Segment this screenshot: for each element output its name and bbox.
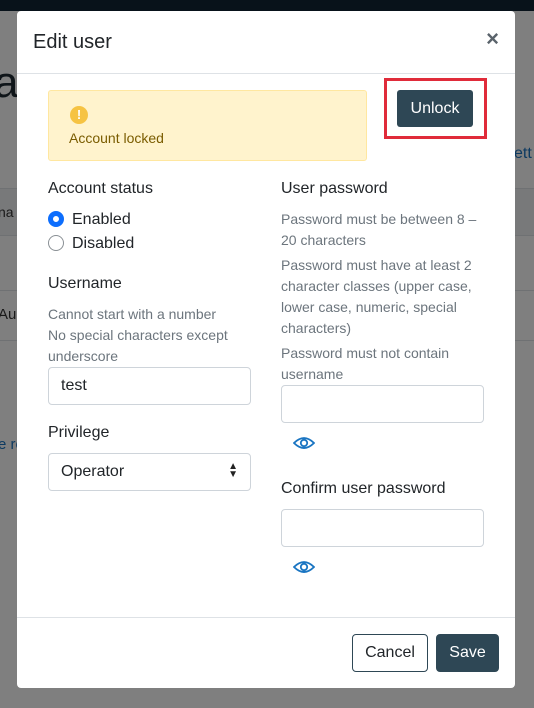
enabled-radio[interactable]	[48, 211, 64, 227]
confirm-password-label: Confirm user password	[281, 480, 446, 497]
username-input[interactable]: test	[48, 367, 251, 405]
modal-title: Edit user	[33, 31, 112, 53]
alert-text: Account locked	[69, 130, 164, 146]
disabled-radio[interactable]	[48, 235, 64, 251]
privilege-select[interactable]: Operator ▲ ▼	[48, 453, 251, 491]
username-label: Username	[48, 275, 122, 292]
unlock-button[interactable]: Unlock	[397, 90, 473, 127]
privilege-label: Privilege	[48, 424, 110, 441]
warning-icon: !	[70, 106, 88, 124]
edit-user-modal: Edit user × ! Account locked Unlock Acco…	[17, 11, 515, 688]
enabled-radio-label[interactable]: Enabled	[72, 211, 131, 229]
save-button[interactable]: Save	[436, 634, 499, 672]
close-icon[interactable]: ×	[486, 28, 499, 50]
account-locked-alert: ! Account locked	[48, 90, 367, 161]
username-help-1: Cannot start with a number	[48, 306, 217, 322]
modal-header: Edit user ×	[17, 11, 515, 74]
user-password-input[interactable]	[281, 385, 484, 423]
user-password-label: User password	[281, 180, 388, 197]
disabled-radio-label[interactable]: Disabled	[72, 235, 134, 253]
password-help-2: Password must have at least 2 character …	[281, 257, 472, 336]
password-help-1: Password must be between 8 – 20 characte…	[281, 211, 477, 248]
eye-icon[interactable]	[293, 435, 315, 451]
password-help-3: Password must not contain username	[281, 345, 450, 382]
cancel-button[interactable]: Cancel	[352, 634, 428, 672]
eye-icon[interactable]	[293, 559, 315, 575]
username-help-2: No special characters except underscore	[48, 327, 228, 364]
privilege-select-value: Operator	[61, 463, 125, 480]
account-status-label: Account status	[48, 180, 153, 197]
sort-icon: ▲ ▼	[228, 461, 238, 480]
confirm-password-input[interactable]	[281, 509, 484, 547]
